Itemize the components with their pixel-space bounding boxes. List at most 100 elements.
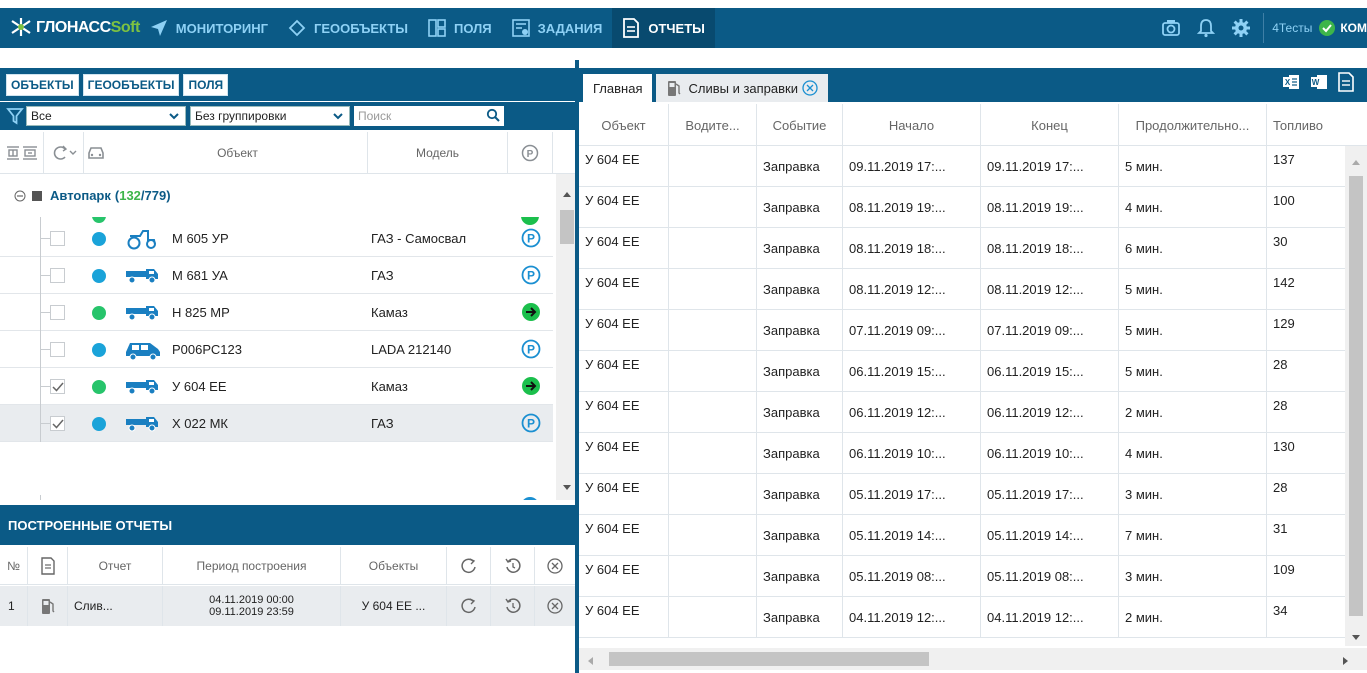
table-cell: 3 мин. — [1119, 556, 1267, 597]
grid-vertical-scrollbar[interactable] — [1345, 146, 1367, 646]
grid-column-header[interactable]: Событие — [757, 104, 843, 146]
search-icon[interactable] — [486, 108, 500, 125]
grid-column-header[interactable]: Конец — [981, 104, 1119, 146]
table-row[interactable]: У 604 ЕЕ Заправка 09.11.2019 17:... 09.11.2… — [579, 146, 1345, 187]
object-row[interactable]: М 681 УА ГАЗ P — [0, 257, 553, 294]
grid-horizontal-scrollbar[interactable] — [579, 648, 1367, 670]
column-object[interactable]: Объект — [108, 131, 368, 174]
expand-collapse-icon[interactable] — [0, 131, 44, 174]
nav-item-4[interactable]: ОТЧЕТЫ — [612, 8, 715, 48]
report-type-column-icon[interactable] — [28, 547, 68, 584]
object-tab-1[interactable]: ГЕООБЪЕКТЫ — [82, 73, 180, 96]
object-row[interactable]: Р006РС123 LADA 212140 P — [0, 331, 553, 368]
grid-column-header[interactable]: Продолжительно... — [1119, 104, 1267, 146]
group-row[interactable]: Автопарк (132/779) — [0, 174, 553, 217]
scroll-down-icon[interactable] — [1351, 630, 1361, 644]
tab-main[interactable]: Главная — [583, 74, 653, 102]
table-row[interactable]: У 604 ЕЕ Заправка 04.11.2019 12:... 04.11.2… — [579, 597, 1345, 638]
grid-column-header[interactable]: Топливо — [1267, 104, 1367, 146]
object-checkbox[interactable] — [50, 268, 65, 283]
table-row[interactable]: У 604 ЕЕ Заправка 08.11.2019 19:... 08.11.2… — [579, 187, 1345, 228]
grouping-select[interactable]: Без группировки — [190, 106, 350, 126]
nav-item-0[interactable]: МОНИТОРИНГ — [140, 8, 278, 48]
svg-text:P: P — [527, 417, 535, 431]
pdf-export-icon[interactable] — [1337, 72, 1355, 92]
grid-column-header[interactable]: Объект — [579, 104, 669, 146]
scroll-down-icon[interactable] — [562, 480, 572, 494]
table-row[interactable]: У 604 ЕЕ Заправка 05.11.2019 08:... 05.11.2… — [579, 556, 1345, 597]
scroll-up-icon[interactable] — [562, 186, 572, 200]
object-checkbox[interactable] — [50, 342, 65, 357]
table-cell: 2 мин. — [1119, 392, 1267, 433]
filter-icon[interactable] — [4, 105, 26, 127]
object-row[interactable]: М 605 УР ГАЗ - Самосвал P — [0, 220, 553, 257]
history-icon[interactable] — [491, 586, 535, 626]
tab-report[interactable]: Сливы и заправки — [656, 74, 829, 102]
column-period[interactable]: Период построения — [163, 547, 341, 584]
scroll-left-icon[interactable] — [587, 655, 593, 669]
table-cell: 04.11.2019 12:... — [843, 597, 981, 638]
scroll-thumb[interactable] — [560, 210, 574, 244]
table-cell: 7 мин. — [1119, 515, 1267, 556]
scroll-thumb[interactable] — [609, 652, 929, 666]
built-report-row[interactable]: 1 Слив... 04.11.2019 00:00 09.11.2019 23… — [0, 586, 575, 626]
table-row[interactable]: У 604 ЕЕ Заправка 06.11.2019 10:... 06.11.2… — [579, 433, 1345, 474]
object-row[interactable]: Х 022 МК ГАЗ P — [0, 405, 553, 442]
object-row[interactable]: Н 825 МР Камаз — [0, 294, 553, 331]
table-row[interactable]: У 604 ЕЕ Заправка 05.11.2019 14:... 05.11.2… — [579, 515, 1345, 556]
table-row[interactable]: У 604 ЕЕ Заправка 06.11.2019 12:... 06.11.2… — [579, 392, 1345, 433]
object-tab-0[interactable]: ОБЪЕКТЫ — [6, 73, 79, 96]
scroll-thumb[interactable] — [1349, 176, 1363, 616]
object-checkbox[interactable] — [50, 231, 65, 246]
nav-item-3[interactable]: ЗАДАНИЯ — [502, 8, 613, 48]
refresh-icon[interactable] — [447, 547, 491, 584]
parking-column-icon[interactable]: P — [508, 131, 553, 174]
object-row[interactable]: У 604 ЕЕ Камаз — [0, 368, 553, 405]
refresh-icon[interactable] — [447, 586, 491, 626]
filter-select[interactable]: Все — [26, 106, 186, 126]
word-export-icon[interactable]: W — [1309, 72, 1329, 92]
grid-column-header[interactable]: Начало — [843, 104, 981, 146]
column-num[interactable]: № — [0, 547, 28, 584]
history-icon[interactable] — [491, 547, 535, 584]
table-row[interactable]: У 604 ЕЕ Заправка 08.11.2019 18:... 08.11.2… — [579, 228, 1345, 269]
object-checkbox[interactable] — [50, 416, 65, 431]
close-all-icon[interactable] — [535, 547, 575, 584]
object-checkbox[interactable] — [50, 379, 65, 394]
fuel-icon — [666, 79, 682, 97]
svg-text:P: P — [527, 269, 535, 283]
group-checkbox[interactable] — [32, 190, 42, 201]
column-report[interactable]: Отчет — [68, 547, 163, 584]
object-tab-2[interactable]: ПОЛЯ — [183, 73, 229, 96]
table-row[interactable]: У 604 ЕЕ Заправка 05.11.2019 17:... 05.11.2… — [579, 474, 1345, 515]
user-menu[interactable]: 4Тесты КОМ — [1268, 19, 1367, 37]
column-model[interactable]: Модель — [368, 131, 508, 174]
excel-export-icon[interactable]: X — [1281, 72, 1301, 92]
close-icon[interactable] — [535, 586, 575, 626]
close-tab-icon[interactable] — [802, 80, 818, 96]
car-column-icon[interactable] — [84, 132, 108, 174]
table-row[interactable]: У 604 ЕЕ Заправка 06.11.2019 15:... 06.11.2… — [579, 351, 1345, 392]
gear-icon[interactable] — [1231, 18, 1251, 38]
scroll-right-icon[interactable] — [1343, 655, 1349, 669]
table-row[interactable]: У 604 ЕЕ Заправка 07.11.2019 09:... 07.11.2… — [579, 310, 1345, 351]
table-cell: Заправка — [757, 433, 843, 474]
column-objects[interactable]: Объекты — [341, 547, 447, 584]
refresh-menu-icon[interactable] — [44, 131, 84, 174]
table-cell: 08.11.2019 19:... — [843, 187, 981, 228]
collapse-icon[interactable] — [14, 190, 26, 202]
nav-item-1[interactable]: ГЕООБЪЕКТЫ — [278, 8, 418, 48]
object-plate: Н 825 МР — [172, 305, 230, 320]
nav-item-2[interactable]: ПОЛЯ — [418, 8, 502, 48]
objects-table-header: Объект Модель P — [0, 131, 575, 174]
table-row[interactable]: У 604 ЕЕ Заправка 08.11.2019 12:... 08.11.2… — [579, 269, 1345, 310]
object-checkbox[interactable] — [50, 305, 65, 320]
bell-icon[interactable] — [1197, 18, 1216, 38]
connection-status-dot — [92, 417, 106, 431]
scroll-up-icon[interactable] — [1351, 154, 1361, 168]
logo[interactable]: ГЛОНАСС Soft — [0, 8, 140, 48]
grid-column-header[interactable]: Водите... — [669, 104, 757, 146]
partial-row-bottom — [0, 495, 553, 500]
camera-icon[interactable] — [1161, 19, 1181, 37]
search-input[interactable]: Поиск — [354, 106, 504, 126]
